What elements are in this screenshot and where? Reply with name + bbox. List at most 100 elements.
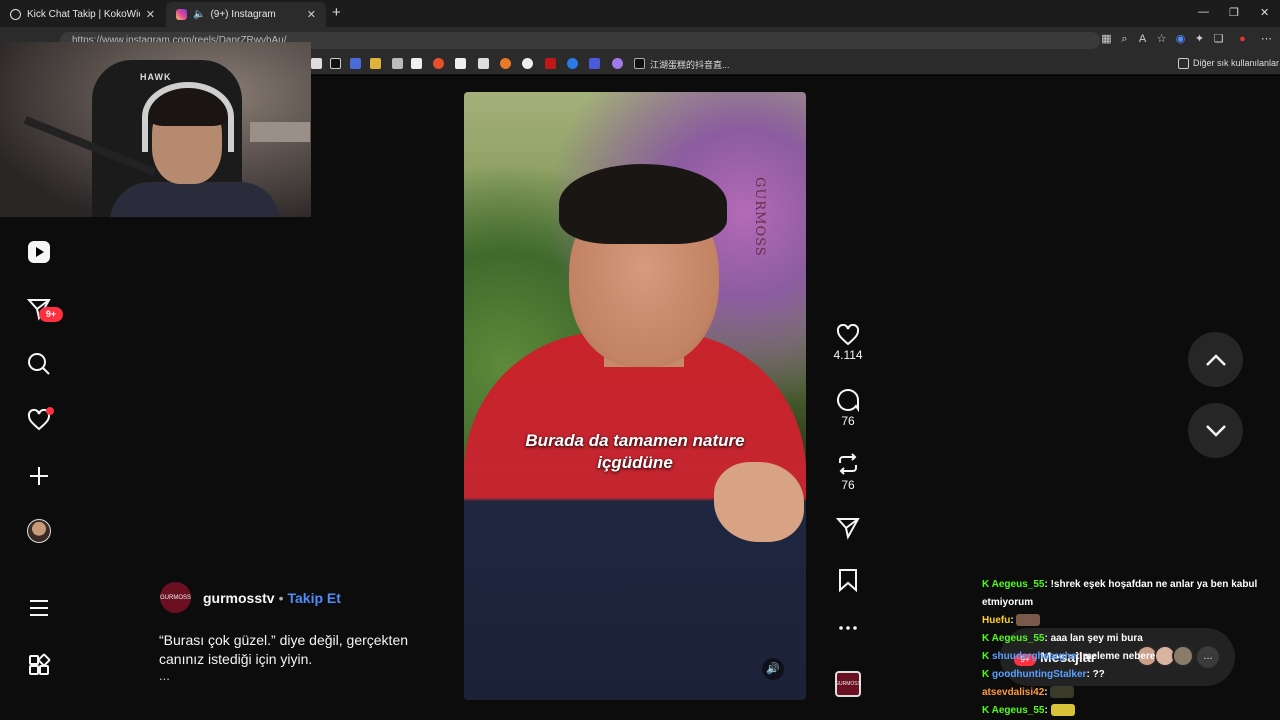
repost-action[interactable]: 76 [834,452,862,492]
kick-badge-icon: K [982,633,992,644]
tiktok-icon[interactable] [634,58,645,69]
video-watermark: GURMOSS [752,177,767,257]
tab-kick-chat[interactable]: Kick Chat Takip | KokoWich ✕ [0,2,165,27]
caption-more[interactable]: ... [159,668,170,683]
bookmark-save-icon [839,569,857,592]
bookmark-icon[interactable] [567,58,578,69]
tab-instagram[interactable]: 🔈 (9+) Instagram ✕ [166,2,326,27]
bookmark-icon[interactable] [411,58,422,69]
separator-dot: • [278,589,284,606]
follow-button[interactable]: Takip Et [287,590,340,606]
reel-video[interactable]: GURMOSS Burada da tamamen nature içgüdün… [464,92,806,700]
bookmark-label[interactable]: 江湖蛋糕的抖音直... [650,58,730,71]
chat-username: Aegeus_55 [991,705,1045,716]
chevron-down-icon [1205,424,1226,437]
folder-icon[interactable] [1178,58,1189,69]
bookmark-icon[interactable] [350,58,361,69]
chat-username: Aegeus_55 [991,633,1045,644]
bookmark-icon[interactable] [370,58,381,69]
notification-dot [46,407,54,415]
repost-count: 76 [841,478,855,492]
webcam-body [110,182,280,217]
screen: Kick Chat Takip | KokoWich ✕ 🔈 (9+) Inst… [0,0,1280,720]
globe-icon [10,9,21,20]
chat-text: etmiyorum [982,597,1034,608]
caption-line: “Burası çok güzel.” diye değil, gerçekte… [159,632,409,648]
bookmark-icon[interactable] [455,58,466,69]
tab-title: (9+) Instagram [210,9,276,20]
video-subtitle: Burada da tamamen nature içgüdüne [464,430,806,474]
kick-badge-icon: K [982,579,992,590]
bookmark-icon[interactable] [478,58,489,69]
bookmark-icon[interactable] [311,58,322,69]
x-icon[interactable] [330,58,341,69]
bookmark-icon[interactable] [522,58,533,69]
previous-reel-button[interactable] [1188,332,1243,387]
create-icon[interactable] [26,463,52,489]
profile-avatar[interactable] [27,519,51,543]
messages-badge: 9+ [39,307,63,322]
apps-grid-icon[interactable] [26,652,52,678]
reddit-icon[interactable] [433,58,444,69]
comment-icon [837,389,859,412]
copilot-icon[interactable]: ◉ [1174,33,1187,46]
bookmark-icon[interactable] [500,58,511,69]
read-aloud-icon[interactable]: A [1136,33,1149,46]
owner-username[interactable]: gurmosstv [203,590,275,606]
chat-text: meleme nebere [1082,651,1156,662]
stream-chat-overlay: K Aegeus_55: !shrek eşek hoşafdan ne anl… [982,576,1277,720]
extensions-icon[interactable]: ✦ [1193,33,1206,46]
reel-caption: “Burası çok güzel.” diye değil, gerçekte… [159,631,449,669]
more-dots-icon [839,626,857,630]
bookmark-icon[interactable] [545,58,556,69]
chat-emote [1050,686,1075,699]
next-reel-button[interactable] [1188,403,1243,458]
comment-action[interactable]: 76 [834,388,862,428]
chat-emote [1050,704,1075,717]
close-tab-icon[interactable]: ✕ [146,8,155,21]
chat-message: atsevdalisi42: [982,684,1277,702]
comment-count: 76 [841,414,855,428]
bookmark-icon[interactable] [392,58,403,69]
profile-icon[interactable]: ● [1236,33,1249,46]
other-favorites-label[interactable]: Diğer sık kullanılanlar [1193,58,1279,68]
tab-view-icon[interactable]: ▦ [1100,33,1113,46]
collections-icon[interactable]: ❏ [1212,33,1225,46]
kick-badge-icon: K [982,669,992,680]
kick-badge-icon: K [982,651,992,662]
hamburger-menu-icon[interactable] [26,595,52,621]
close-tab-icon[interactable]: ✕ [307,8,316,21]
kick-badge-icon: K [982,705,992,716]
heart-icon [836,324,860,346]
like-action[interactable]: 4.114 [833,324,863,362]
chat-username: shuuderghearghe [992,651,1077,662]
minimize-button[interactable]: — [1198,6,1209,18]
chat-username: Huefu [982,615,1011,626]
chat-message: K goodhuntingStalker: ?? [982,666,1277,684]
chat-text: !shrek eşek hoşafdan ne anlar ya ben kab… [1050,579,1258,590]
chat-emote [1016,614,1041,627]
speaker-icon[interactable]: 🔈 [193,9,205,20]
favorite-star-icon[interactable]: ☆ [1155,33,1168,46]
menu-icon[interactable]: ⋯ [1260,33,1273,46]
volume-icon[interactable]: 🔊 [762,658,784,680]
search-icon[interactable] [26,351,52,377]
save-action[interactable] [834,568,862,592]
more-options-action[interactable] [834,624,862,632]
bookmark-icon[interactable] [589,58,600,69]
chat-username: Aegeus_55 [991,579,1045,590]
zoom-icon[interactable]: ⌕ [1118,33,1131,46]
share-icon [836,518,860,540]
reels-icon[interactable] [26,239,52,265]
bookmark-icon[interactable] [612,58,623,69]
share-action[interactable] [834,516,862,540]
streamer-webcam: HAWK [0,42,311,217]
audio-thumbnail[interactable]: GURMOSS [835,671,861,697]
close-window-button[interactable]: ✕ [1260,6,1269,19]
video-person-hand [714,462,804,542]
owner-avatar[interactable]: GURMOSS [160,582,191,613]
maximize-button[interactable]: ❐ [1229,6,1239,19]
subtitle-line: içgüdüne [597,453,673,472]
chat-text: ?? [1092,669,1105,680]
new-tab-button[interactable]: + [332,4,341,21]
